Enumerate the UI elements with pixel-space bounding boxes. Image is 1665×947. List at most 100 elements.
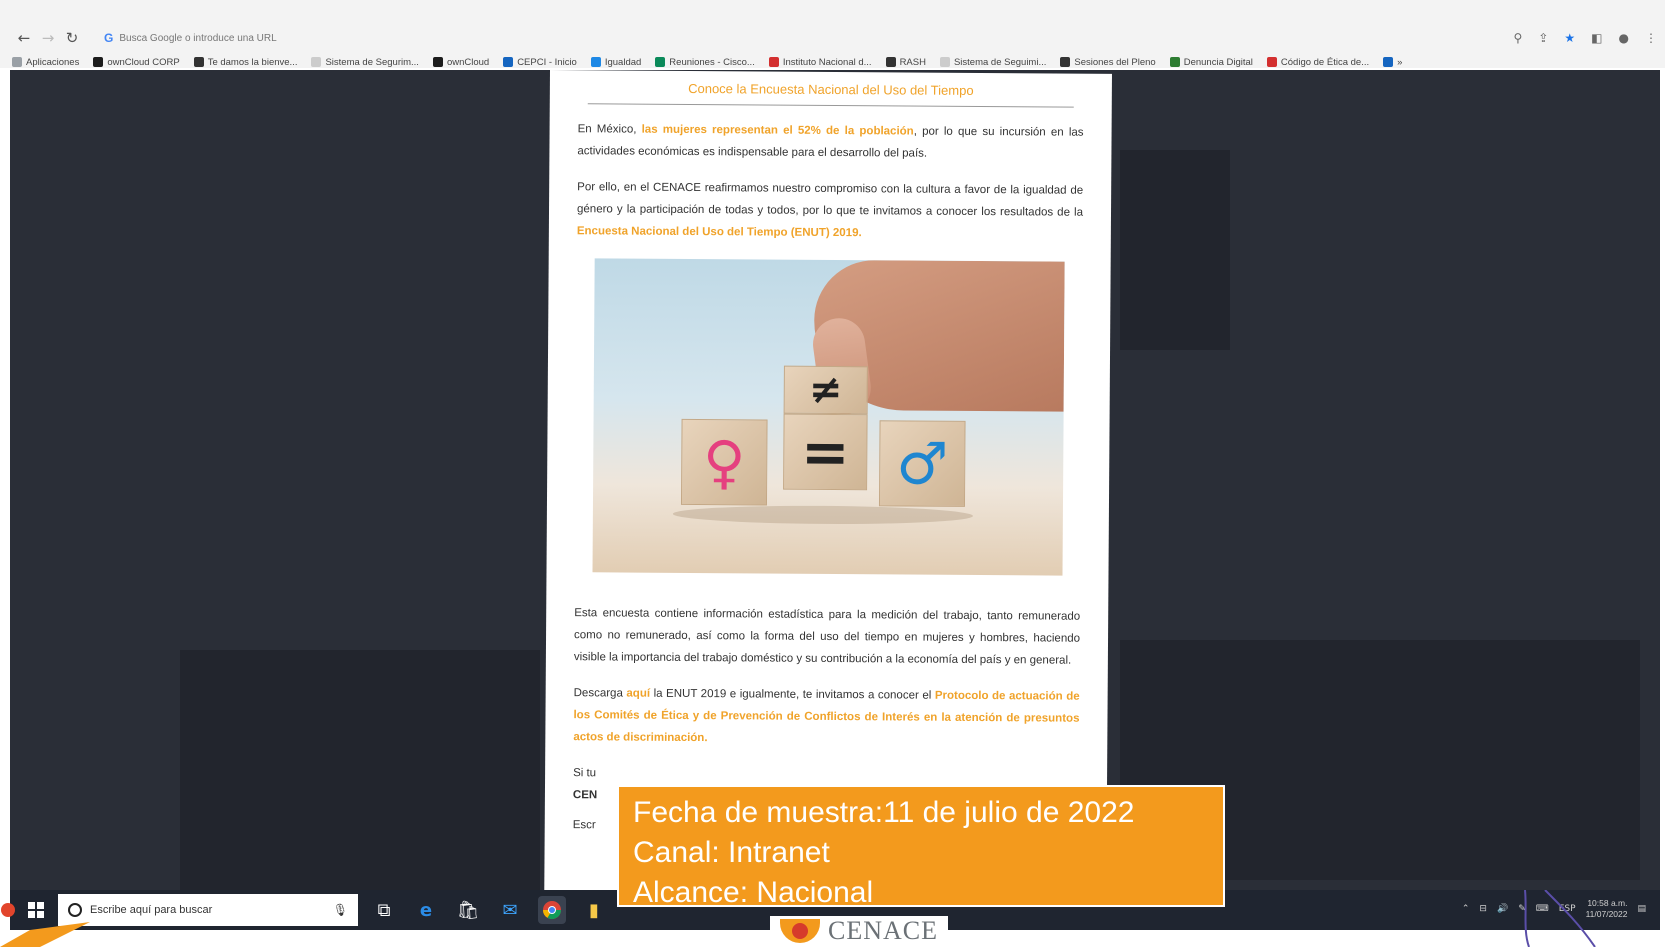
microphone-icon[interactable]: 🎙 (333, 903, 348, 917)
bookmark-item[interactable]: Igualdad (590, 56, 642, 68)
bookmark-item[interactable]: RASH (885, 56, 926, 68)
not-equal-cube: ≠ (783, 365, 868, 415)
bookmark-item[interactable]: ownCloud CORP (93, 57, 180, 68)
article-title: Conoce la Encuesta Nacional del Uso del … (587, 70, 1074, 108)
chrome-icon[interactable] (538, 896, 566, 924)
bookmark-star-icon[interactable]: ★ (1564, 31, 1575, 45)
article-paragraph: En México, las mujeres representan el 52… (577, 118, 1083, 166)
taskbar-apps: ⧉ e 🛍 ✉ ▮ (370, 896, 608, 924)
bookmark-item[interactable]: Sesiones del Pleno (1060, 56, 1156, 68)
bookmark-favicon-icon (432, 57, 443, 67)
network-icon[interactable]: ⊟ (1479, 904, 1487, 914)
text-run: En México, (577, 123, 642, 136)
download-link[interactable]: aquí (626, 688, 650, 700)
extensions-icon[interactable]: ◧ (1591, 31, 1602, 45)
female-symbol-icon: ♀ (702, 428, 746, 497)
bookmark-favicon-icon (12, 57, 22, 67)
text-run: la ENUT 2019 e igualmente, te invitamos … (650, 687, 935, 702)
task-view-icon[interactable]: ⧉ (370, 896, 398, 924)
bookmark-label: Código de Ética de... (1280, 56, 1370, 68)
mail-icon[interactable]: ✉ (496, 896, 524, 924)
cube-shadow (672, 504, 973, 525)
equal-icon: = (800, 417, 850, 487)
scope: Alcance: Nacional (633, 876, 874, 909)
reload-icon[interactable]: ↻ (60, 27, 84, 49)
equal-cube: = (783, 413, 868, 491)
store-icon[interactable]: 🛍 (454, 896, 482, 924)
bookmark-item[interactable]: Denuncia Digital (1169, 56, 1253, 68)
highlight-text: las mujeres representan el 52% de la pob… (641, 123, 914, 138)
corner-logo-swoosh (0, 903, 90, 947)
bookmark-item[interactable]: Sistema de Seguimi... (939, 56, 1047, 68)
female-cube: ♀ (680, 418, 768, 506)
evidence-label: Fecha de muestra:11 de julio de 2022 Can… (617, 785, 1225, 909)
bookmark-favicon-icon (1383, 57, 1394, 67)
newsletter-article: Conoce la Encuesta Nacional del Uso del … (544, 70, 1112, 904)
article-paragraph: Esta encuesta contiene información estad… (573, 607, 1081, 667)
browser-chrome: ← → ↻ G Busca Google o introduce una URL… (0, 0, 1665, 68)
address-placeholder: Busca Google o introduce una URL (119, 32, 277, 44)
bookmark-item[interactable]: » (1383, 57, 1402, 68)
bookmark-label: RASH (899, 56, 926, 68)
background-panel (180, 650, 540, 900)
taskbar-search-placeholder: Escribe aquí para buscar (90, 904, 213, 916)
enut-link[interactable]: Encuesta Nacional del Uso del Tiempo (EN… (577, 225, 862, 239)
bookmark-favicon-icon (885, 57, 896, 67)
channel: Canal: Intranet (633, 836, 830, 869)
bookmark-label: Instituto Nacional d... (782, 56, 872, 68)
volume-icon[interactable]: 🔊 (1497, 904, 1508, 914)
bookmark-label: ownCloud (446, 56, 490, 68)
chrome-logo (543, 901, 561, 920)
bookmark-favicon-icon (93, 57, 104, 67)
menu-icon[interactable]: ⋮ (1645, 31, 1657, 45)
article-paragraph: Por ello, en el CENACE reafirmamos nuest… (577, 176, 1083, 246)
sample-date: Fecha de muestra:11 de julio de 2022 (633, 796, 1135, 829)
zoom-icon[interactable]: ⚲ (1514, 31, 1523, 45)
sticky-notes-icon[interactable]: ▮ (580, 896, 608, 924)
bookmark-item[interactable]: Reuniones - Cisco... (655, 57, 755, 68)
edge-icon[interactable]: e (412, 896, 440, 924)
bookmark-item[interactable]: Te damos la bienve... (193, 56, 298, 68)
bookmark-favicon-icon (1266, 57, 1277, 67)
bookmark-favicon-icon (1169, 57, 1180, 67)
handwritten-mark (1524, 890, 1596, 947)
share-icon[interactable]: ⇪ (1538, 31, 1548, 45)
bookmark-label: Denuncia Digital (1183, 56, 1253, 68)
bookmark-item[interactable]: Código de Ética de... (1266, 56, 1370, 68)
forward-icon[interactable]: → (36, 27, 60, 49)
profile-icon[interactable]: ● (1619, 31, 1629, 45)
address-bar[interactable]: G Busca Google o introduce una URL (104, 27, 1404, 49)
bookmark-item[interactable]: Sistema de Segurim... (311, 56, 419, 68)
bookmark-item[interactable]: ownCloud (432, 56, 490, 68)
bookmark-label: Sistema de Segurim... (325, 56, 419, 68)
text-run: Por ello, en el CENACE reafirmamos nuest… (576, 181, 1084, 219)
bookmark-favicon-icon (590, 57, 601, 67)
bookmark-label: Sesiones del Pleno (1074, 56, 1156, 68)
text-run: CEN (572, 789, 598, 802)
bookmark-favicon-icon (1060, 57, 1071, 67)
cenace-logo: CENACE (770, 916, 948, 946)
cenace-logo-mark (780, 919, 820, 943)
bookmark-favicon-icon (655, 57, 666, 67)
gender-equality-image: ♀ ≠ = ♂ (592, 258, 1065, 576)
background-panel (1120, 150, 1230, 350)
article-paragraph: Descarga aquí la ENUT 2019 e igualmente,… (573, 682, 1079, 752)
bookmark-favicon-icon (193, 57, 204, 67)
tray-chevron-icon[interactable]: ⌃ (1462, 904, 1470, 914)
bookmark-label: CEPCI - Inicio (517, 56, 577, 68)
back-icon[interactable]: ← (12, 27, 36, 49)
bookmarks-bar: Aplicaciones ownCloud CORP Te damos la bie… (12, 54, 1652, 70)
bookmark-label: Sistema de Seguimi... (953, 56, 1047, 68)
taskbar-search-input[interactable]: Escribe aquí para buscar 🎙 (58, 894, 358, 926)
bookmark-label: Reuniones - Cisco... (669, 56, 755, 68)
bookmark-label: Igualdad (604, 56, 642, 68)
bookmark-favicon-icon (503, 57, 514, 67)
cenace-logo-text: CENACE (828, 916, 938, 945)
bookmark-label: Te damos la bienve... (207, 56, 298, 68)
bookmark-item[interactable]: Aplicaciones (12, 57, 79, 68)
bookmark-item[interactable]: Instituto Nacional d... (768, 56, 872, 68)
bookmark-label: Aplicaciones (26, 56, 80, 68)
bookmark-favicon-icon (311, 57, 322, 67)
notifications-icon[interactable]: ▤ (1637, 904, 1646, 914)
bookmark-item[interactable]: CEPCI - Inicio (503, 57, 577, 68)
